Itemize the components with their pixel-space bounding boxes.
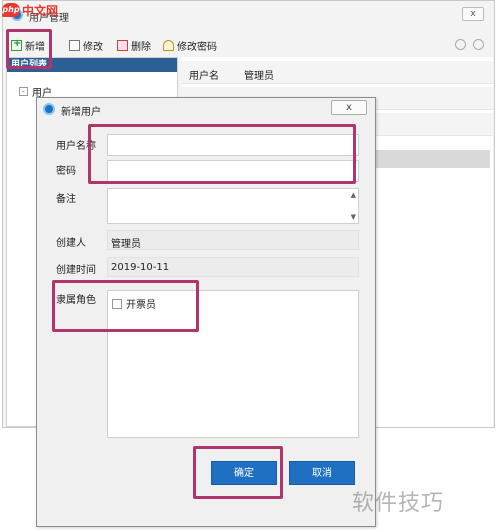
password-label: 密码 bbox=[56, 166, 76, 177]
creator-field: 管理员 bbox=[107, 230, 359, 250]
key-icon bbox=[163, 40, 174, 51]
remark-textarea[interactable]: ▲ ▼ bbox=[107, 188, 359, 224]
created-time-field: 2019-10-11 bbox=[107, 257, 359, 277]
property-row: 用户名 管理员 bbox=[181, 61, 493, 84]
dialog-close-button[interactable]: x bbox=[331, 100, 367, 115]
dialog-app-icon bbox=[43, 103, 55, 115]
watermark: 软件技巧 bbox=[352, 491, 445, 516]
dialog-title: 新增用户 bbox=[61, 107, 101, 118]
remark-label: 备注 bbox=[56, 194, 76, 205]
logo-badge: php bbox=[2, 3, 20, 17]
cancel-circle-icon[interactable] bbox=[473, 39, 484, 50]
delete-icon bbox=[117, 40, 128, 51]
property-value: 管理员 bbox=[244, 71, 274, 82]
dialog-titlebar: 新增用户 x bbox=[37, 98, 375, 120]
window-close-button[interactable]: x bbox=[462, 7, 484, 21]
edit-icon bbox=[69, 40, 80, 51]
toolbar: 新增 修改 删除 修改密码 bbox=[3, 34, 494, 56]
edit-button-label: 修改 bbox=[83, 42, 103, 53]
delete-button-label: 删除 bbox=[131, 42, 151, 53]
highlight-role bbox=[52, 280, 199, 332]
scroll-down-icon[interactable]: ▼ bbox=[351, 213, 356, 221]
highlight-ok-button bbox=[193, 446, 283, 499]
cancel-button[interactable]: 取消 bbox=[289, 461, 355, 485]
creator-label: 创建人 bbox=[56, 238, 86, 249]
created-time-label: 创建时间 bbox=[56, 265, 96, 276]
window-titlebar: 用户管理 x bbox=[3, 1, 494, 31]
delete-button[interactable]: 删除 bbox=[117, 38, 151, 53]
edit-button[interactable]: 修改 bbox=[69, 38, 103, 53]
collapse-icon[interactable]: - bbox=[19, 87, 28, 96]
property-key: 用户名 bbox=[189, 71, 219, 82]
highlight-add-button bbox=[6, 29, 52, 69]
scroll-up-icon[interactable]: ▲ bbox=[351, 191, 356, 199]
highlight-credentials bbox=[88, 124, 356, 184]
logo-text: 中文网 bbox=[22, 4, 59, 18]
change-password-button[interactable]: 修改密码 bbox=[163, 38, 217, 53]
confirm-circle-icon[interactable] bbox=[455, 39, 466, 50]
change-password-label: 修改密码 bbox=[177, 42, 217, 53]
